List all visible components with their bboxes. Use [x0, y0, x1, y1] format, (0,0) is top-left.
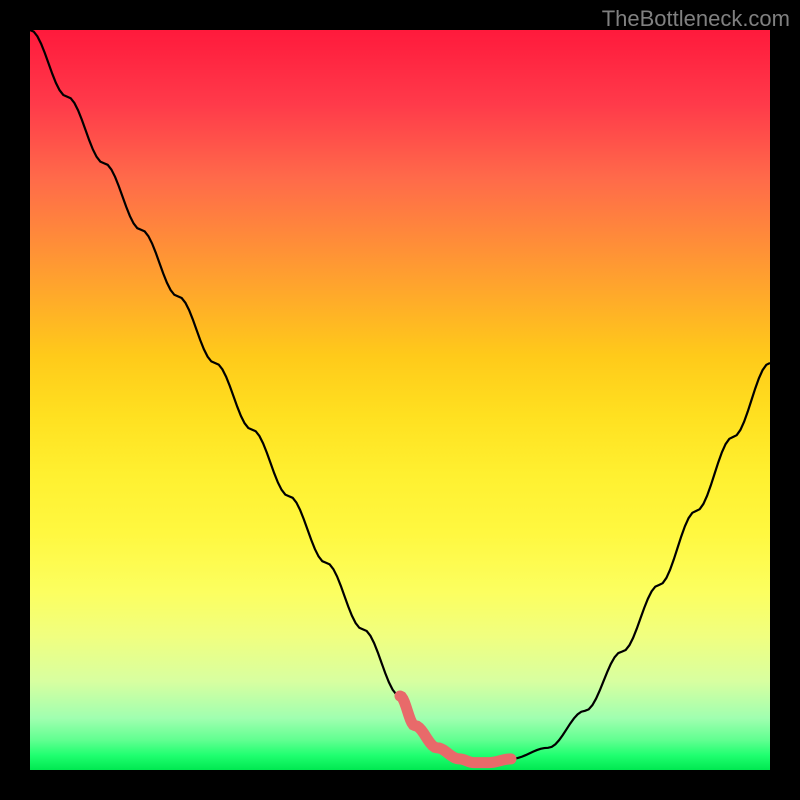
curve-svg	[30, 30, 770, 770]
attribution-text: TheBottleneck.com	[602, 6, 790, 32]
highlight-segment	[400, 696, 511, 763]
chart-plot-area	[30, 30, 770, 770]
bottleneck-curve	[30, 30, 770, 763]
